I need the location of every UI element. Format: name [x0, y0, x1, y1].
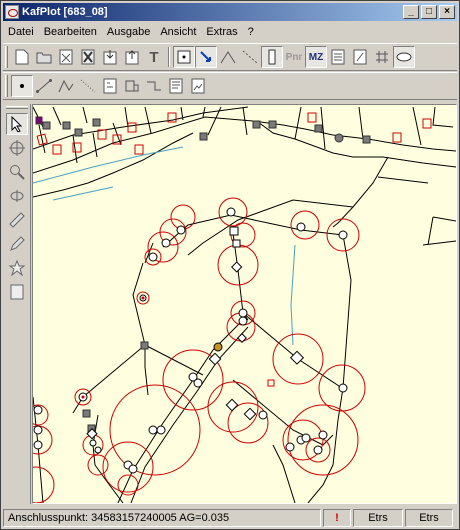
delete-page-icon[interactable]	[55, 46, 77, 68]
mz-label[interactable]: MZ	[305, 46, 327, 68]
toolbar-grip[interactable]	[5, 46, 8, 68]
window-title: KafPlot [683_08]	[22, 6, 108, 18]
import-icon[interactable]	[99, 46, 121, 68]
star-icon[interactable]	[6, 257, 28, 279]
crs-panel-2[interactable]: Etrs	[405, 508, 453, 527]
crs-panel-1[interactable]: Etrs	[353, 508, 403, 527]
cross-out-icon[interactable]	[77, 46, 99, 68]
pnr-label[interactable]: Pnr	[283, 46, 305, 68]
line-draw-icon[interactable]	[33, 75, 55, 97]
grid-icon[interactable]	[371, 46, 393, 68]
angle-icon[interactable]	[217, 46, 239, 68]
menu-bar: Datei Bearbeiten Ausgabe Ansicht Extras …	[3, 23, 457, 41]
zoom-icon[interactable]	[6, 161, 28, 183]
step-line-icon[interactable]	[143, 75, 165, 97]
status-text: Anschlusspunkt: 34583157240005 AG=0.035	[3, 508, 321, 527]
point-select-icon[interactable]	[173, 46, 195, 68]
title-bar[interactable]: KafPlot [683_08] _ □ ×	[3, 3, 457, 21]
map-drawing[interactable]	[33, 105, 456, 503]
dashed-line-icon[interactable]	[239, 46, 261, 68]
menu-help[interactable]: ?	[243, 26, 259, 38]
status-bar: Anschlusspunkt: 34583157240005 AG=0.035 …	[3, 507, 457, 528]
menu-bearbeiten[interactable]: Bearbeiten	[39, 26, 102, 38]
export-icon[interactable]	[121, 46, 143, 68]
shape-select-icon[interactable]	[261, 46, 283, 68]
menu-ansicht[interactable]: Ansicht	[155, 26, 201, 38]
left-toolbar	[3, 104, 31, 504]
edit-page-icon[interactable]	[349, 46, 371, 68]
warning-indicator[interactable]: !	[323, 508, 351, 527]
pointer-icon[interactable]	[5, 113, 28, 135]
new-file-icon[interactable]	[11, 46, 33, 68]
selected-marker[interactable]	[35, 116, 43, 125]
rect-step-icon[interactable]	[121, 75, 143, 97]
ellipse-icon[interactable]	[393, 46, 415, 68]
toolbar-grip[interactable]	[5, 75, 8, 97]
menu-extras[interactable]: Extras	[201, 26, 242, 38]
vertex-diamonds	[86, 226, 305, 440]
list-icon[interactable]	[327, 46, 349, 68]
map-canvas[interactable]	[32, 104, 457, 504]
toolbar-separator	[168, 47, 170, 67]
accuracy-circles	[33, 197, 366, 503]
text-doc-icon[interactable]	[165, 75, 187, 97]
close-button[interactable]: ×	[439, 5, 455, 19]
minimize-button[interactable]: _	[403, 5, 419, 19]
arrow-select-icon[interactable]	[195, 46, 217, 68]
app-window: KafPlot [683_08] _ □ × Datei Bearbeiten …	[0, 0, 460, 530]
main-toolbar: T Pnr MZ	[3, 43, 457, 71]
draw-toolbar	[3, 72, 457, 100]
pencil-icon[interactable]	[6, 233, 28, 255]
menu-datei[interactable]: Datei	[3, 26, 39, 38]
highlighted-point[interactable]	[213, 342, 223, 352]
image-doc-icon[interactable]	[187, 75, 209, 97]
polyline-icon[interactable]	[55, 75, 77, 97]
dotted-line-icon[interactable]	[77, 75, 99, 97]
point-center	[141, 296, 145, 300]
point-center	[81, 395, 85, 399]
parcel-lines	[33, 106, 456, 256]
rectangle-icon[interactable]	[6, 281, 28, 303]
menu-ausgabe[interactable]: Ausgabe	[102, 26, 155, 38]
toolbar-grip[interactable]	[5, 106, 28, 109]
point-draw-icon[interactable]	[11, 75, 33, 97]
hatch-icon[interactable]	[99, 75, 121, 97]
app-icon[interactable]	[5, 5, 19, 19]
boundary-markers	[42, 118, 371, 433]
ruler-icon[interactable]	[6, 209, 28, 231]
rotate-icon[interactable]	[6, 185, 28, 207]
open-folder-icon[interactable]	[33, 46, 55, 68]
crosshair-icon[interactable]	[6, 137, 28, 159]
text-tool-icon[interactable]: T	[143, 46, 165, 68]
maximize-button[interactable]: □	[421, 5, 437, 19]
